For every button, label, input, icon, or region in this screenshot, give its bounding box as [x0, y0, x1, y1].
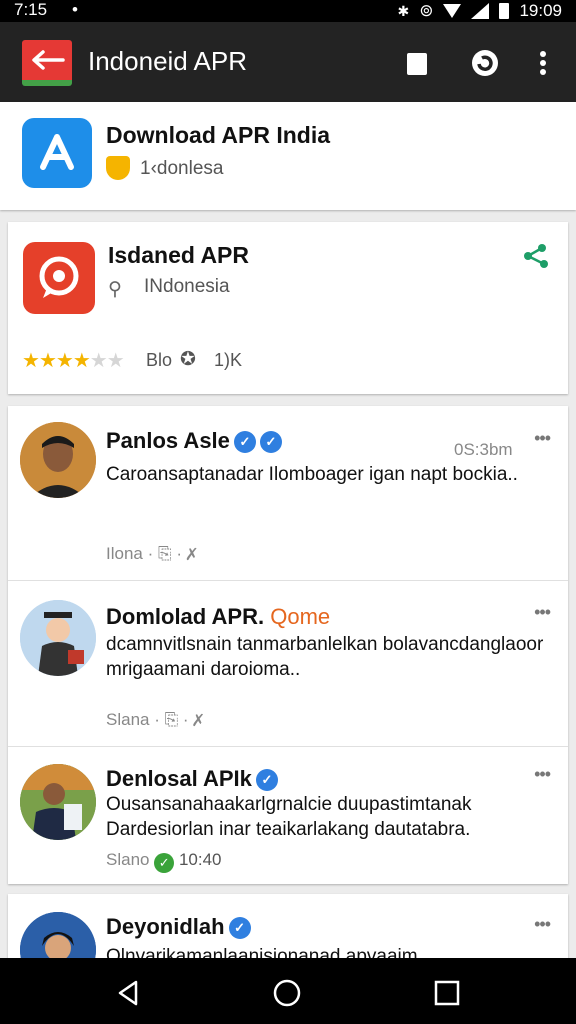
- home-circle-icon: [273, 979, 301, 1007]
- navigation-bar: [0, 958, 576, 1024]
- post-item[interactable]: Denlosal APIk ✓ ••• Ousansanahaakarlgrnal…: [8, 746, 568, 884]
- nav-home-button[interactable]: [272, 978, 302, 1008]
- nav-recents-button[interactable]: [432, 978, 462, 1008]
- app-store-icon: [22, 118, 92, 188]
- star-filled-icon: ★: [72, 350, 91, 372]
- bluetooth-icon: ✱: [397, 2, 410, 19]
- battery-icon: [499, 3, 510, 19]
- verified-badge-icon: ✓: [255, 769, 278, 791]
- card-subtitle: INdonesia: [144, 276, 230, 297]
- clipboard-icon: [407, 53, 427, 75]
- post-body: dcamnvitlsnain tanmarbanlelkan bolavancd…: [106, 634, 544, 680]
- sync-icon: ⊚: [419, 1, 434, 20]
- status-bar: 7:15 • ✱ ⊚ 19:09: [0, 0, 576, 22]
- posts-card: Panlos Asle ✓ ✓ 0S:3bm ••• Caroansaptanada…: [8, 406, 568, 884]
- post-meta: Slana · ⎘ · ✗: [106, 710, 204, 729]
- clipboard-button[interactable]: [402, 48, 432, 78]
- comment-icon[interactable]: · ⎘ · ✗: [154, 710, 203, 729]
- more-vert-icon: [540, 51, 546, 75]
- nav-back-button[interactable]: [114, 978, 144, 1008]
- app-bar: Indoneid APR: [0, 22, 576, 102]
- verified-badge-icon: ✓: [233, 431, 256, 453]
- post-tag: Qome: [270, 604, 331, 629]
- recents-square-icon: [434, 980, 460, 1006]
- share-icon: [524, 244, 548, 268]
- status-icons: ✱ ⊚ 19:09: [397, 0, 562, 22]
- share-button[interactable]: [522, 242, 552, 272]
- post-meta: Ilona · ⎘ · ✗: [106, 544, 197, 563]
- post-meta: Slano ✓ 10:40: [106, 850, 222, 873]
- refresh-button[interactable]: [470, 48, 500, 78]
- post-menu-icon[interactable]: •••: [534, 764, 551, 785]
- verified-badge-icon: ✓: [259, 431, 282, 453]
- post-author: Deyonidlah ✓: [106, 914, 251, 940]
- overflow-menu-button[interactable]: [528, 48, 558, 78]
- avatar: [20, 764, 96, 840]
- thumbs-up-icon: ✪: [180, 349, 196, 370]
- post-author: Denlosal APIk ✓: [106, 766, 278, 792]
- post-author: Panlos Asle ✓ ✓: [106, 428, 282, 454]
- comment-icon[interactable]: · ⎘ · ✗: [148, 544, 197, 563]
- star-filled-icon: ★: [22, 350, 40, 372]
- post-menu-icon[interactable]: •••: [534, 602, 551, 623]
- avatar: [20, 422, 96, 498]
- signal-icon: [471, 3, 490, 19]
- post-author: Domlolad APR. Qome: [106, 604, 331, 629]
- star-filled-icon: ★: [38, 350, 57, 372]
- status-time: 7:15: [14, 0, 48, 19]
- star-empty-icon: ★: [106, 350, 125, 372]
- avatar: [20, 600, 96, 676]
- people-icon: ⚲: [108, 279, 122, 300]
- shield-icon: [106, 156, 130, 180]
- back-triangle-icon: [118, 980, 138, 1006]
- star-empty-icon: ★: [89, 350, 108, 372]
- refresh-icon: [472, 50, 498, 76]
- post-menu-icon[interactable]: •••: [534, 914, 551, 935]
- post-body: Ousansanahaakarlgrnalcie duupastimtanak …: [106, 794, 472, 840]
- post-item[interactable]: Panlos Asle ✓ ✓ 0S:3bm ••• Caroansaptanada…: [8, 406, 568, 580]
- rating-stars: ★★★★★★: [22, 348, 125, 373]
- verified-badge-icon: ✓: [228, 917, 251, 939]
- card-subtitle: 1‹donlesa: [140, 158, 224, 179]
- post-time: 0S:3bm: [454, 440, 513, 459]
- card-title: Download APR India: [106, 122, 331, 148]
- card-meta: Blo: [146, 350, 173, 370]
- status-clock: 19:09: [519, 1, 562, 20]
- notification-icon: •: [72, 0, 78, 19]
- back-button[interactable]: [22, 40, 72, 86]
- star-filled-icon: ★: [55, 350, 74, 372]
- isdaned-app-card[interactable]: Isdaned APR ⚲ INdonesia ★★★★★★ Blo ✪ 1)K: [8, 222, 568, 394]
- card-title: Isdaned APR: [108, 242, 250, 268]
- app-logo-icon: [23, 242, 95, 314]
- card-count: 1)K: [214, 350, 243, 370]
- back-arrow-icon: [32, 50, 65, 70]
- download-app-card[interactable]: Download APR India 1‹donlesa: [0, 102, 576, 210]
- app-title: Indoneid APR: [88, 46, 248, 76]
- post-item[interactable]: Domlolad APR. Qome ••• dcamnvitlsnain ta…: [8, 580, 568, 746]
- post-menu-icon[interactable]: •••: [534, 428, 551, 449]
- post-body: Caroansaptanadar Ilomboager igan napt bo…: [106, 464, 518, 485]
- wifi-icon: [443, 4, 462, 18]
- checkmark-icon: ✓: [154, 853, 175, 873]
